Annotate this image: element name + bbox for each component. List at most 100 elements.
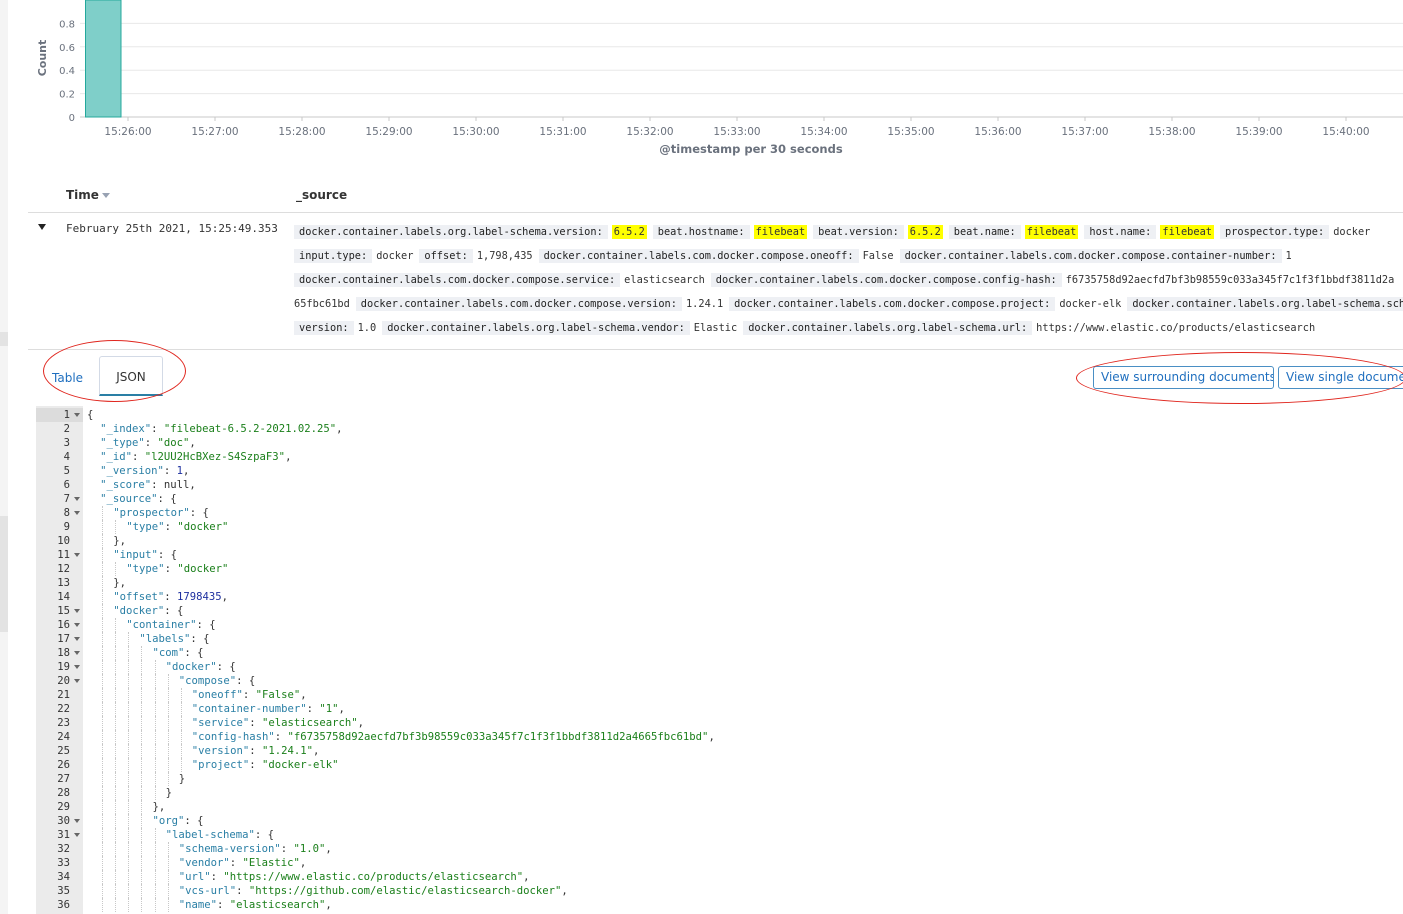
- source-line: docker.container.labels.com.docker.compo…: [294, 270, 1400, 290]
- histogram-x-ticks: 15:26:00 15:27:00 15:28:00 15:29:00 15:30:00…: [104, 117, 1370, 138]
- y-tick-label: 0.4: [59, 66, 75, 77]
- indent-guide: [102, 506, 104, 520]
- code-line: 15 "docker": {: [36, 604, 1403, 618]
- fold-toggle-icon[interactable]: [74, 637, 80, 641]
- line-number-cell: 6: [36, 478, 83, 492]
- histogram-bar[interactable]: [85, 0, 122, 118]
- x-tick-label: 15:29:00: [365, 126, 412, 138]
- indent-guide: [102, 548, 104, 562]
- fold-toggle-icon[interactable]: [74, 819, 80, 823]
- collapse-row-icon[interactable]: [38, 224, 46, 230]
- source-field-value: https://www.elastic.co/products/elastics…: [1036, 322, 1316, 334]
- tab-json[interactable]: JSON: [99, 356, 163, 396]
- fold-toggle-icon[interactable]: [74, 609, 80, 613]
- json-key: "labels": [139, 633, 191, 645]
- indent-guide: [128, 828, 130, 842]
- json-key: "com": [152, 647, 185, 659]
- json-punctuation: }: [165, 787, 172, 799]
- indent-guide: [128, 898, 130, 912]
- row-timestamp: February 25th 2021, 15:25:49.353: [66, 222, 278, 235]
- indent-guide: [128, 716, 130, 730]
- source-field-value: docker: [1333, 226, 1371, 238]
- code-text: "_id": "l2UU2HcBXez-S4SzpaF3",: [100, 450, 291, 464]
- source-field-key: docker.container.labels.org.label-schema…: [382, 321, 690, 335]
- fold-toggle-icon[interactable]: [74, 553, 80, 557]
- indent-guide: [141, 814, 143, 828]
- json-punctuation: : {: [216, 661, 236, 673]
- line-number-cell: 21: [36, 688, 83, 702]
- json-string: "filebeat-6.5.2-2021.02.25": [163, 423, 337, 435]
- code-line: 1{: [36, 408, 1403, 422]
- line-number: 28: [57, 787, 70, 799]
- code-line: 2 "_index": "filebeat-6.5.2-2021.02.25",: [36, 422, 1403, 436]
- indent-guide: [102, 744, 104, 758]
- source-line: input.type: docker offset: 1,798,435 docker.…: [294, 246, 1298, 266]
- fold-toggle-icon[interactable]: [74, 413, 80, 417]
- line-number: 20: [57, 675, 70, 687]
- json-punctuation: ,: [189, 479, 196, 491]
- fold-toggle-icon[interactable]: [74, 833, 80, 837]
- json-punctuation: :: [306, 703, 320, 715]
- indent-guide: [102, 520, 104, 534]
- line-number-cell: 1: [36, 408, 83, 422]
- view-surrounding-documents-button[interactable]: View surrounding documents: [1093, 366, 1274, 389]
- indent-guide: [167, 772, 169, 786]
- source-field-key: version:: [294, 321, 354, 335]
- indent-guide: [128, 744, 130, 758]
- line-number-cell: 13: [36, 576, 83, 590]
- fold-toggle-icon[interactable]: [74, 651, 80, 655]
- json-key: "docker": [113, 605, 165, 617]
- json-string: "elasticsearch": [229, 899, 326, 911]
- code-line: 11 "input": {: [36, 548, 1403, 562]
- indent-guide: [180, 730, 182, 744]
- indent-guide: [128, 884, 130, 898]
- source-field-value-highlighted: filebeat: [753, 225, 808, 239]
- line-number-cell: 5: [36, 464, 83, 478]
- json-punctuation: : {: [196, 619, 216, 631]
- json-key: "_source": [100, 493, 158, 505]
- json-string: "f6735758d92aecfd7bf3b98559c033a345f7c1f…: [287, 731, 709, 743]
- code-line: 33 "vendor": "Elastic",: [36, 856, 1403, 870]
- indent-guide: [154, 688, 156, 702]
- fold-toggle-icon[interactable]: [74, 623, 80, 627]
- time-column-header[interactable]: Time: [66, 188, 110, 202]
- fold-toggle-icon[interactable]: [74, 665, 80, 669]
- sort-down-icon[interactable]: [101, 193, 110, 198]
- fold-toggle-icon[interactable]: [74, 679, 80, 683]
- indent-guide: [167, 898, 169, 912]
- json-punctuation: :: [151, 479, 164, 491]
- source-field-value: 1.24.1: [685, 298, 724, 310]
- json-punctuation: :: [229, 857, 243, 869]
- json-punctuation: : {: [236, 675, 256, 687]
- fold-toggle-icon[interactable]: [74, 511, 80, 515]
- code-line: 36 "name": "elasticsearch",: [36, 898, 1403, 912]
- indent-guide: [102, 688, 104, 702]
- code-text: "type": "docker": [126, 562, 228, 576]
- line-number-cell: 28: [36, 786, 83, 800]
- source-line: version: 1.0 docker.container.labels.org.l…: [294, 318, 1321, 338]
- json-punctuation: },: [113, 577, 126, 589]
- json-key: "type": [126, 521, 165, 533]
- code-text: "url": "https://www.elastic.co/products/…: [179, 870, 530, 884]
- tab-table[interactable]: Table: [52, 358, 83, 398]
- indent-guide: [102, 674, 104, 688]
- source-field-key: docker.container.labels.com.docker.compo…: [899, 249, 1282, 263]
- line-number: 21: [57, 689, 70, 701]
- fold-toggle-icon[interactable]: [74, 497, 80, 501]
- code-text: "project": "docker-elk": [192, 758, 339, 772]
- indent-guide: [167, 870, 169, 884]
- source-field-value: 65fbc61bd: [294, 298, 350, 310]
- code-line: 3 "_type": "doc",: [36, 436, 1403, 450]
- indent-guide: [115, 744, 117, 758]
- json-code-editor[interactable]: 1{2 "_index": "filebeat-6.5.2-2021.02.25"…: [36, 406, 1403, 914]
- json-punctuation: :: [249, 717, 262, 729]
- code-line: 18 "com": {: [36, 646, 1403, 660]
- source-field-value-highlighted: filebeat: [1024, 225, 1079, 239]
- indent-guide: [128, 772, 130, 786]
- indent-guide: [141, 660, 143, 674]
- view-single-document-button[interactable]: View single document: [1278, 366, 1403, 389]
- indent-guide: [128, 632, 130, 646]
- line-number: 1: [63, 409, 70, 421]
- line-number: 35: [57, 885, 70, 897]
- json-key: "_type": [100, 437, 145, 449]
